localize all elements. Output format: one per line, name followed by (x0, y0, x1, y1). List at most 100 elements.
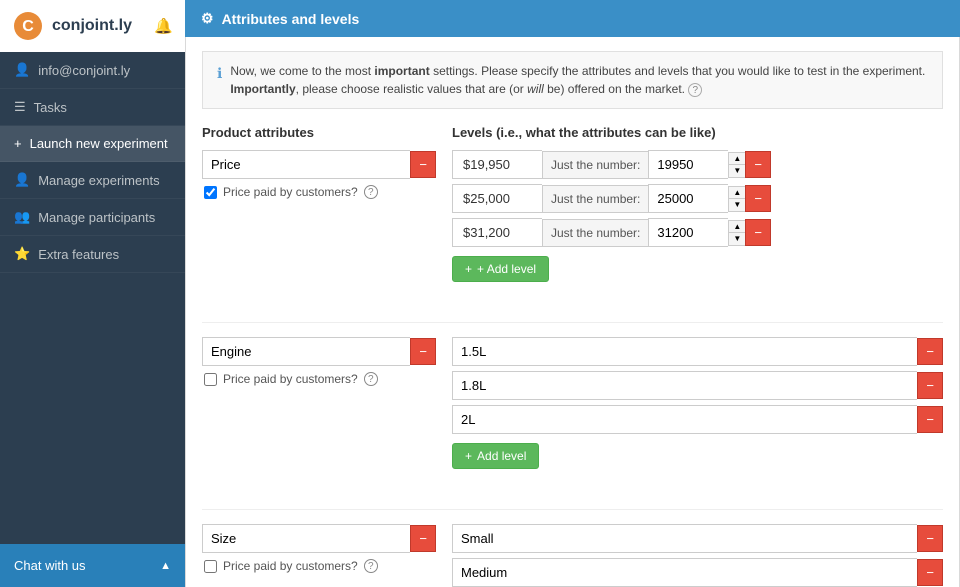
remove-attr-price-button[interactable]: − (410, 151, 436, 178)
sidebar-item-label: Extra features (38, 247, 119, 262)
info-box: ℹ Now, we come to the most important set… (202, 51, 943, 109)
level-spinners: ▲ ▼ (728, 186, 745, 212)
remove-level-button[interactable]: − (917, 559, 943, 586)
logo-icon: C (12, 10, 44, 42)
attr-name-input-price[interactable] (202, 150, 410, 179)
add-level-label: Add level (477, 449, 526, 463)
level-row: − (452, 524, 943, 553)
price-paid-checkbox-price[interactable] (204, 186, 217, 199)
level-plain-input[interactable] (452, 337, 917, 366)
spinner-down[interactable]: ▼ (729, 233, 745, 245)
price-paid-row-engine: Price paid by customers? ? (204, 372, 436, 386)
attribute-col-size: − Price paid by customers? ? (202, 524, 452, 587)
chevron-up-icon: ▲ (160, 560, 171, 572)
plus-icon: + (465, 449, 472, 463)
remove-level-button[interactable]: − (917, 406, 943, 433)
experiments-icon: 👤 (14, 172, 30, 188)
plus-icon: + (14, 136, 22, 151)
chat-bar[interactable]: Chat with us ▲ (0, 544, 185, 587)
level-type-label: Just the number: (542, 185, 648, 213)
sidebar: C conjoint.ly 🔔 👤 info@conjoint.ly ☰ Tas… (0, 0, 185, 587)
level-num-input[interactable] (648, 184, 728, 213)
levels-col-engine: − − − + Add level (452, 337, 943, 469)
remove-level-button[interactable]: − (917, 338, 943, 365)
level-num-input[interactable] (648, 218, 728, 247)
level-plain-input[interactable] (452, 524, 917, 553)
info-text: Now, we come to the most important setti… (230, 62, 928, 98)
remove-level-button[interactable]: − (745, 219, 771, 246)
star-icon: ⭐ (14, 246, 30, 262)
sidebar-item-user[interactable]: 👤 info@conjoint.ly (0, 52, 185, 89)
spinner-down[interactable]: ▼ (729, 165, 745, 177)
level-row: − (452, 371, 943, 400)
level-row: − (452, 405, 943, 434)
spinner-down[interactable]: ▼ (729, 199, 745, 211)
level-plain-input[interactable] (452, 558, 917, 587)
level-num-input[interactable] (648, 150, 728, 179)
sidebar-header: C conjoint.ly 🔔 (0, 0, 185, 52)
level-type-label: Just the number: (542, 151, 648, 179)
bell-icon[interactable]: 🔔 (154, 17, 173, 35)
level-row: $19,950 Just the number: ▲ ▼ − (452, 150, 943, 179)
attr-input-row-engine: − (202, 337, 436, 366)
level-plain-input[interactable] (452, 371, 917, 400)
level-plain-input[interactable] (452, 405, 917, 434)
user-icon: 👤 (14, 62, 30, 78)
level-display: $31,200 (452, 218, 542, 247)
help-icon-price[interactable]: ? (364, 185, 378, 199)
attribute-row-price: − Price paid by customers? ? $19,950 Jus… (202, 150, 943, 302)
add-level-price-button[interactable]: + + Add level (452, 256, 549, 282)
level-spinners: ▲ ▼ (728, 220, 745, 246)
levels-col-price: $19,950 Just the number: ▲ ▼ − $25,000 J… (452, 150, 943, 282)
col-levels-header: Levels (i.e., what the attributes can be… (452, 125, 943, 140)
sidebar-item-label: Manage experiments (38, 173, 159, 188)
section-body-attributes: ℹ Now, we come to the most important set… (185, 37, 960, 587)
attr-name-input-engine[interactable] (202, 337, 410, 366)
level-display: $25,000 (452, 184, 542, 213)
brand-name: conjoint.ly (52, 17, 132, 35)
attribute-row-engine: − Price paid by customers? ? − − (202, 337, 943, 489)
gear-icon: ⚙ (201, 10, 214, 27)
attr-input-row-size: − (202, 524, 436, 553)
spinner-up[interactable]: ▲ (729, 187, 745, 199)
spinner-up[interactable]: ▲ (729, 221, 745, 233)
main-content: ⚙ Attributes and levels ℹ Now, we come t… (185, 0, 960, 587)
spinner-up[interactable]: ▲ (729, 153, 745, 165)
price-paid-label-price: Price paid by customers? (223, 185, 358, 199)
plus-icon: + (465, 262, 472, 276)
sidebar-item-tasks[interactable]: ☰ Tasks (0, 89, 185, 126)
attribute-col-engine: − Price paid by customers? ? (202, 337, 452, 489)
sidebar-item-extra-features[interactable]: ⭐ Extra features (0, 236, 185, 273)
add-level-engine-button[interactable]: + Add level (452, 443, 539, 469)
attribute-row-size: − Price paid by customers? ? − − (202, 524, 943, 587)
info-icon: ℹ (217, 63, 222, 84)
sidebar-item-label: Tasks (34, 100, 67, 115)
attr-name-input-size[interactable] (202, 524, 410, 553)
col-attributes-header: Product attributes (202, 125, 436, 140)
sidebar-item-manage-participants[interactable]: 👥 Manage participants (0, 199, 185, 236)
help-icon-engine[interactable]: ? (364, 372, 378, 386)
sidebar-item-label: info@conjoint.ly (38, 63, 130, 78)
price-paid-checkbox-size[interactable] (204, 560, 217, 573)
help-icon-size[interactable]: ? (364, 559, 378, 573)
remove-level-button[interactable]: − (745, 185, 771, 212)
level-display: $19,950 (452, 150, 542, 179)
level-row: − (452, 337, 943, 366)
sidebar-item-manage-experiments[interactable]: 👤 Manage experiments (0, 162, 185, 199)
remove-attr-size-button[interactable]: − (410, 525, 436, 552)
remove-level-button[interactable]: − (917, 525, 943, 552)
remove-level-button[interactable]: − (745, 151, 771, 178)
attribute-col-price: − Price paid by customers? ? (202, 150, 452, 302)
level-type-label: Just the number: (542, 219, 648, 247)
attr-input-row-price: − (202, 150, 436, 179)
sidebar-item-launch[interactable]: + Launch new experiment (0, 126, 185, 162)
price-paid-label-engine: Price paid by customers? (223, 372, 358, 386)
divider (202, 509, 943, 510)
sidebar-item-label: Manage participants (38, 210, 155, 225)
remove-level-button[interactable]: − (917, 372, 943, 399)
attributes-grid-header: Product attributes Levels (i.e., what th… (202, 125, 943, 150)
price-paid-checkbox-engine[interactable] (204, 373, 217, 386)
remove-attr-engine-button[interactable]: − (410, 338, 436, 365)
price-paid-row-price: Price paid by customers? ? (204, 185, 436, 199)
participants-icon: 👥 (14, 209, 30, 225)
